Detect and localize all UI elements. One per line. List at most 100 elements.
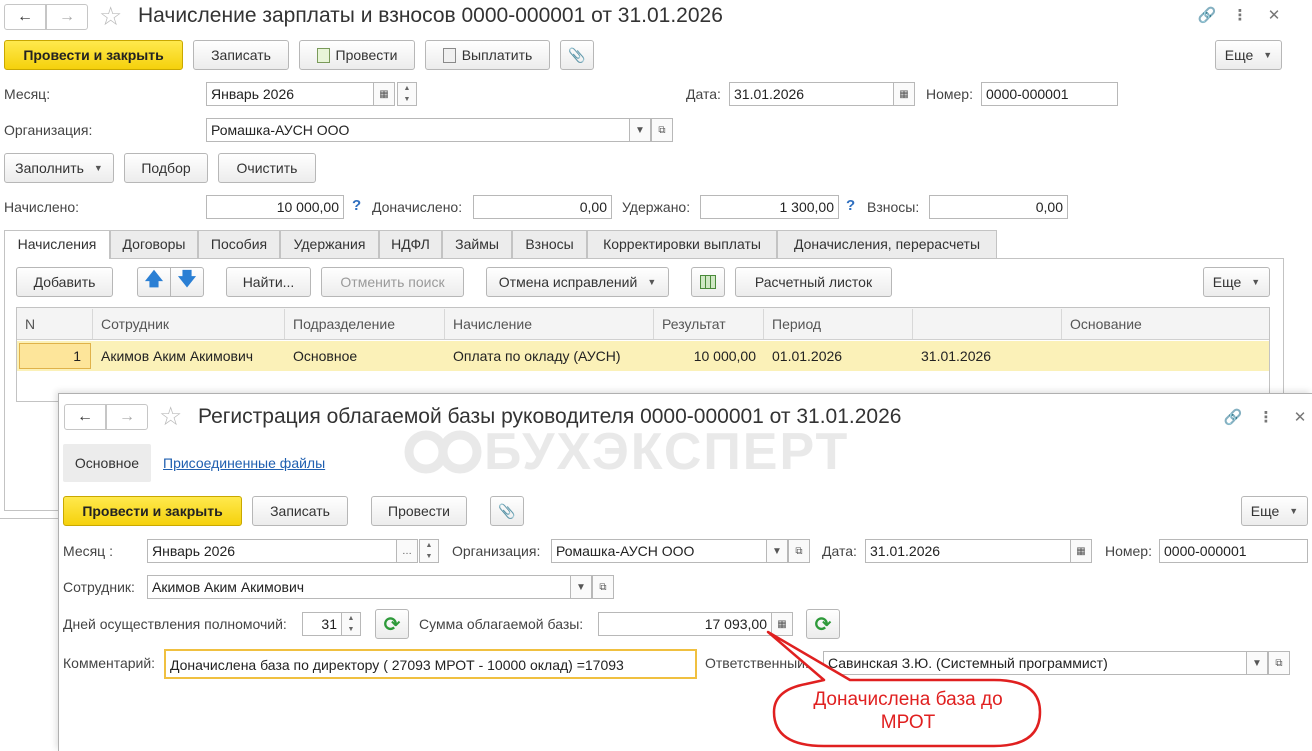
caret-down-icon: ▼ — [647, 277, 657, 287]
dialog-days-stepper[interactable]: ▲ ▼ — [341, 612, 361, 636]
dialog-days-refresh-button[interactable]: ⟳ — [375, 609, 409, 639]
cell-employee: Акимов Аким Акимович — [101, 348, 254, 364]
dialog-month-select-icon[interactable]: … — [396, 539, 418, 563]
dialog-save-button[interactable]: Записать — [252, 496, 348, 526]
tab-contracts[interactable]: Договоры — [110, 230, 198, 258]
col-n[interactable]: N — [17, 309, 93, 339]
close-icon[interactable]: ✕ — [1263, 4, 1285, 26]
dialog-forward-button[interactable]: → — [106, 404, 148, 430]
dialog-tab-main[interactable]: Основное — [63, 444, 151, 482]
dialog-more-button[interactable]: Еще ▼ — [1241, 496, 1308, 526]
col-basis[interactable]: Основание — [1062, 309, 1269, 339]
post-button[interactable]: Провести — [299, 40, 415, 70]
arrow-left-icon: ← — [77, 408, 93, 425]
pay-button[interactable]: Выплатить — [425, 40, 550, 70]
withheld-help-icon[interactable]: ? — [846, 197, 855, 214]
cell-n: 1 — [73, 348, 81, 364]
dialog-calendar-icon[interactable]: ▦ — [1070, 539, 1092, 563]
dialog-responsible-open-icon[interactable]: ⧉ — [1268, 651, 1290, 675]
tab-loans[interactable]: Займы — [442, 230, 512, 258]
contrib-field: 0,00 — [929, 195, 1068, 219]
arrow-down-icon: 🡇 — [177, 269, 197, 289]
dialog-post-button[interactable]: Провести — [371, 496, 467, 526]
number-field[interactable]: 0000-000001 — [981, 82, 1118, 106]
tab-benefits[interactable]: Пособия — [198, 230, 280, 258]
tab-accruals[interactable]: Начисления — [4, 230, 110, 259]
pay-doc-icon — [442, 47, 456, 63]
dialog-responsible-dropdown-icon[interactable]: ▼ — [1246, 651, 1268, 675]
link-icon[interactable]: 🔗 — [1196, 4, 1218, 26]
number-label: Номер: — [926, 86, 973, 102]
dialog-more-vert-icon[interactable]: ⋮ — [1255, 406, 1277, 428]
month-field[interactable]: Январь 2026 — [206, 82, 374, 106]
move-up-button[interactable]: 🡅 — [137, 267, 171, 297]
dialog-base-field[interactable]: 17 093,00 — [598, 612, 772, 636]
dialog-post-and-close-button[interactable]: Провести и закрыть — [63, 496, 242, 526]
tab-ndfl[interactable]: НДФЛ — [379, 230, 442, 258]
payslip-button[interactable]: Расчетный листок — [735, 267, 892, 297]
tab-contributions[interactable]: Взносы — [512, 230, 587, 258]
dialog-org-field[interactable]: Ромашка-АУСН ООО — [551, 539, 767, 563]
dialog-employee-dropdown-icon[interactable]: ▼ — [570, 575, 592, 599]
dialog-comment-field[interactable]: Доначислена база по директору ( 27093 МР… — [164, 649, 697, 679]
dialog-tab-files[interactable]: Присоединенные файлы — [163, 444, 325, 482]
more-vert-icon[interactable]: ⋮ — [1229, 4, 1251, 26]
dialog-attach-button[interactable]: 📎 — [490, 496, 524, 526]
accrued-help-icon[interactable]: ? — [352, 197, 361, 214]
add-button[interactable]: Добавить — [16, 267, 113, 297]
clear-button[interactable]: Очистить — [218, 153, 316, 183]
dialog-employee-open-icon[interactable]: ⧉ — [592, 575, 614, 599]
withheld-label: Удержано: — [622, 199, 691, 215]
col-period[interactable]: Период — [764, 309, 913, 339]
org-dropdown-icon[interactable]: ▼ — [629, 118, 651, 142]
move-down-button[interactable]: 🡇 — [170, 267, 204, 297]
forward-button[interactable]: → — [46, 4, 88, 30]
save-button[interactable]: Записать — [193, 40, 289, 70]
find-button[interactable]: Найти... — [226, 267, 311, 297]
tab-recalculations[interactable]: Доначисления, перерасчеты — [777, 230, 997, 258]
org-field[interactable]: Ромашка-АУСН ООО — [206, 118, 630, 142]
date-field[interactable]: 31.01.2026 — [729, 82, 894, 106]
table-settings-button[interactable] — [691, 267, 725, 297]
date-calendar-icon[interactable]: ▦ — [893, 82, 915, 106]
fill-button[interactable]: Заполнить ▼ — [4, 153, 114, 183]
cancel-search-button[interactable]: Отменить поиск — [321, 267, 464, 297]
col-period-end[interactable] — [913, 309, 1062, 339]
divider — [0, 518, 60, 519]
cell-accrual: Оплата по окладу (АУСН) — [453, 348, 621, 364]
col-department[interactable]: Подразделение — [285, 309, 445, 339]
org-open-icon[interactable]: ⧉ — [651, 118, 673, 142]
month-stepper[interactable]: ▲ ▼ — [397, 82, 417, 106]
select-button[interactable]: Подбор — [124, 153, 208, 183]
calendar-icon[interactable]: ▦ — [373, 82, 395, 106]
dialog-back-button[interactable]: ← — [64, 404, 106, 430]
dialog-date-field[interactable]: 31.01.2026 — [865, 539, 1071, 563]
tab-deductions[interactable]: Удержания — [280, 230, 379, 258]
dialog-month-label: Месяц : — [63, 543, 113, 559]
table-more-button[interactable]: Еще ▼ — [1203, 267, 1270, 297]
post-and-close-button[interactable]: Провести и закрыть — [4, 40, 183, 70]
window-title: Начисление зарплаты и взносов 0000-00000… — [138, 4, 723, 27]
additional-field: 0,00 — [473, 195, 612, 219]
tab-payment-corrections[interactable]: Корректировки выплаты — [587, 230, 777, 258]
dialog-close-icon[interactable]: ✕ — [1289, 406, 1311, 428]
dialog-link-icon[interactable]: 🔗 — [1222, 406, 1244, 428]
attach-button[interactable]: 📎 — [560, 40, 594, 70]
dialog-days-field[interactable]: 31 — [302, 612, 342, 636]
cancel-corrections-button[interactable]: Отмена исправлений ▼ — [486, 267, 669, 297]
dialog-month-stepper[interactable]: ▲ ▼ — [419, 539, 439, 563]
col-employee[interactable]: Сотрудник — [93, 309, 285, 339]
grid-add-icon — [700, 275, 716, 289]
dialog-org-open-icon[interactable]: ⧉ — [788, 539, 810, 563]
favorite-star-icon[interactable]: ☆ — [99, 1, 122, 32]
dialog-employee-field[interactable]: Акимов Аким Акимович — [147, 575, 571, 599]
dialog-month-field[interactable]: Январь 2026 — [147, 539, 397, 563]
dialog-org-dropdown-icon[interactable]: ▼ — [766, 539, 788, 563]
col-accrual[interactable]: Начисление — [445, 309, 654, 339]
watermark-logo — [404, 422, 482, 474]
dialog-favorite-star-icon[interactable]: ☆ — [159, 401, 182, 432]
more-button[interactable]: Еще ▼ — [1215, 40, 1282, 70]
back-button[interactable]: ← — [4, 4, 46, 30]
dialog-number-field[interactable]: 0000-000001 — [1159, 539, 1308, 563]
col-result[interactable]: Результат — [654, 309, 764, 339]
